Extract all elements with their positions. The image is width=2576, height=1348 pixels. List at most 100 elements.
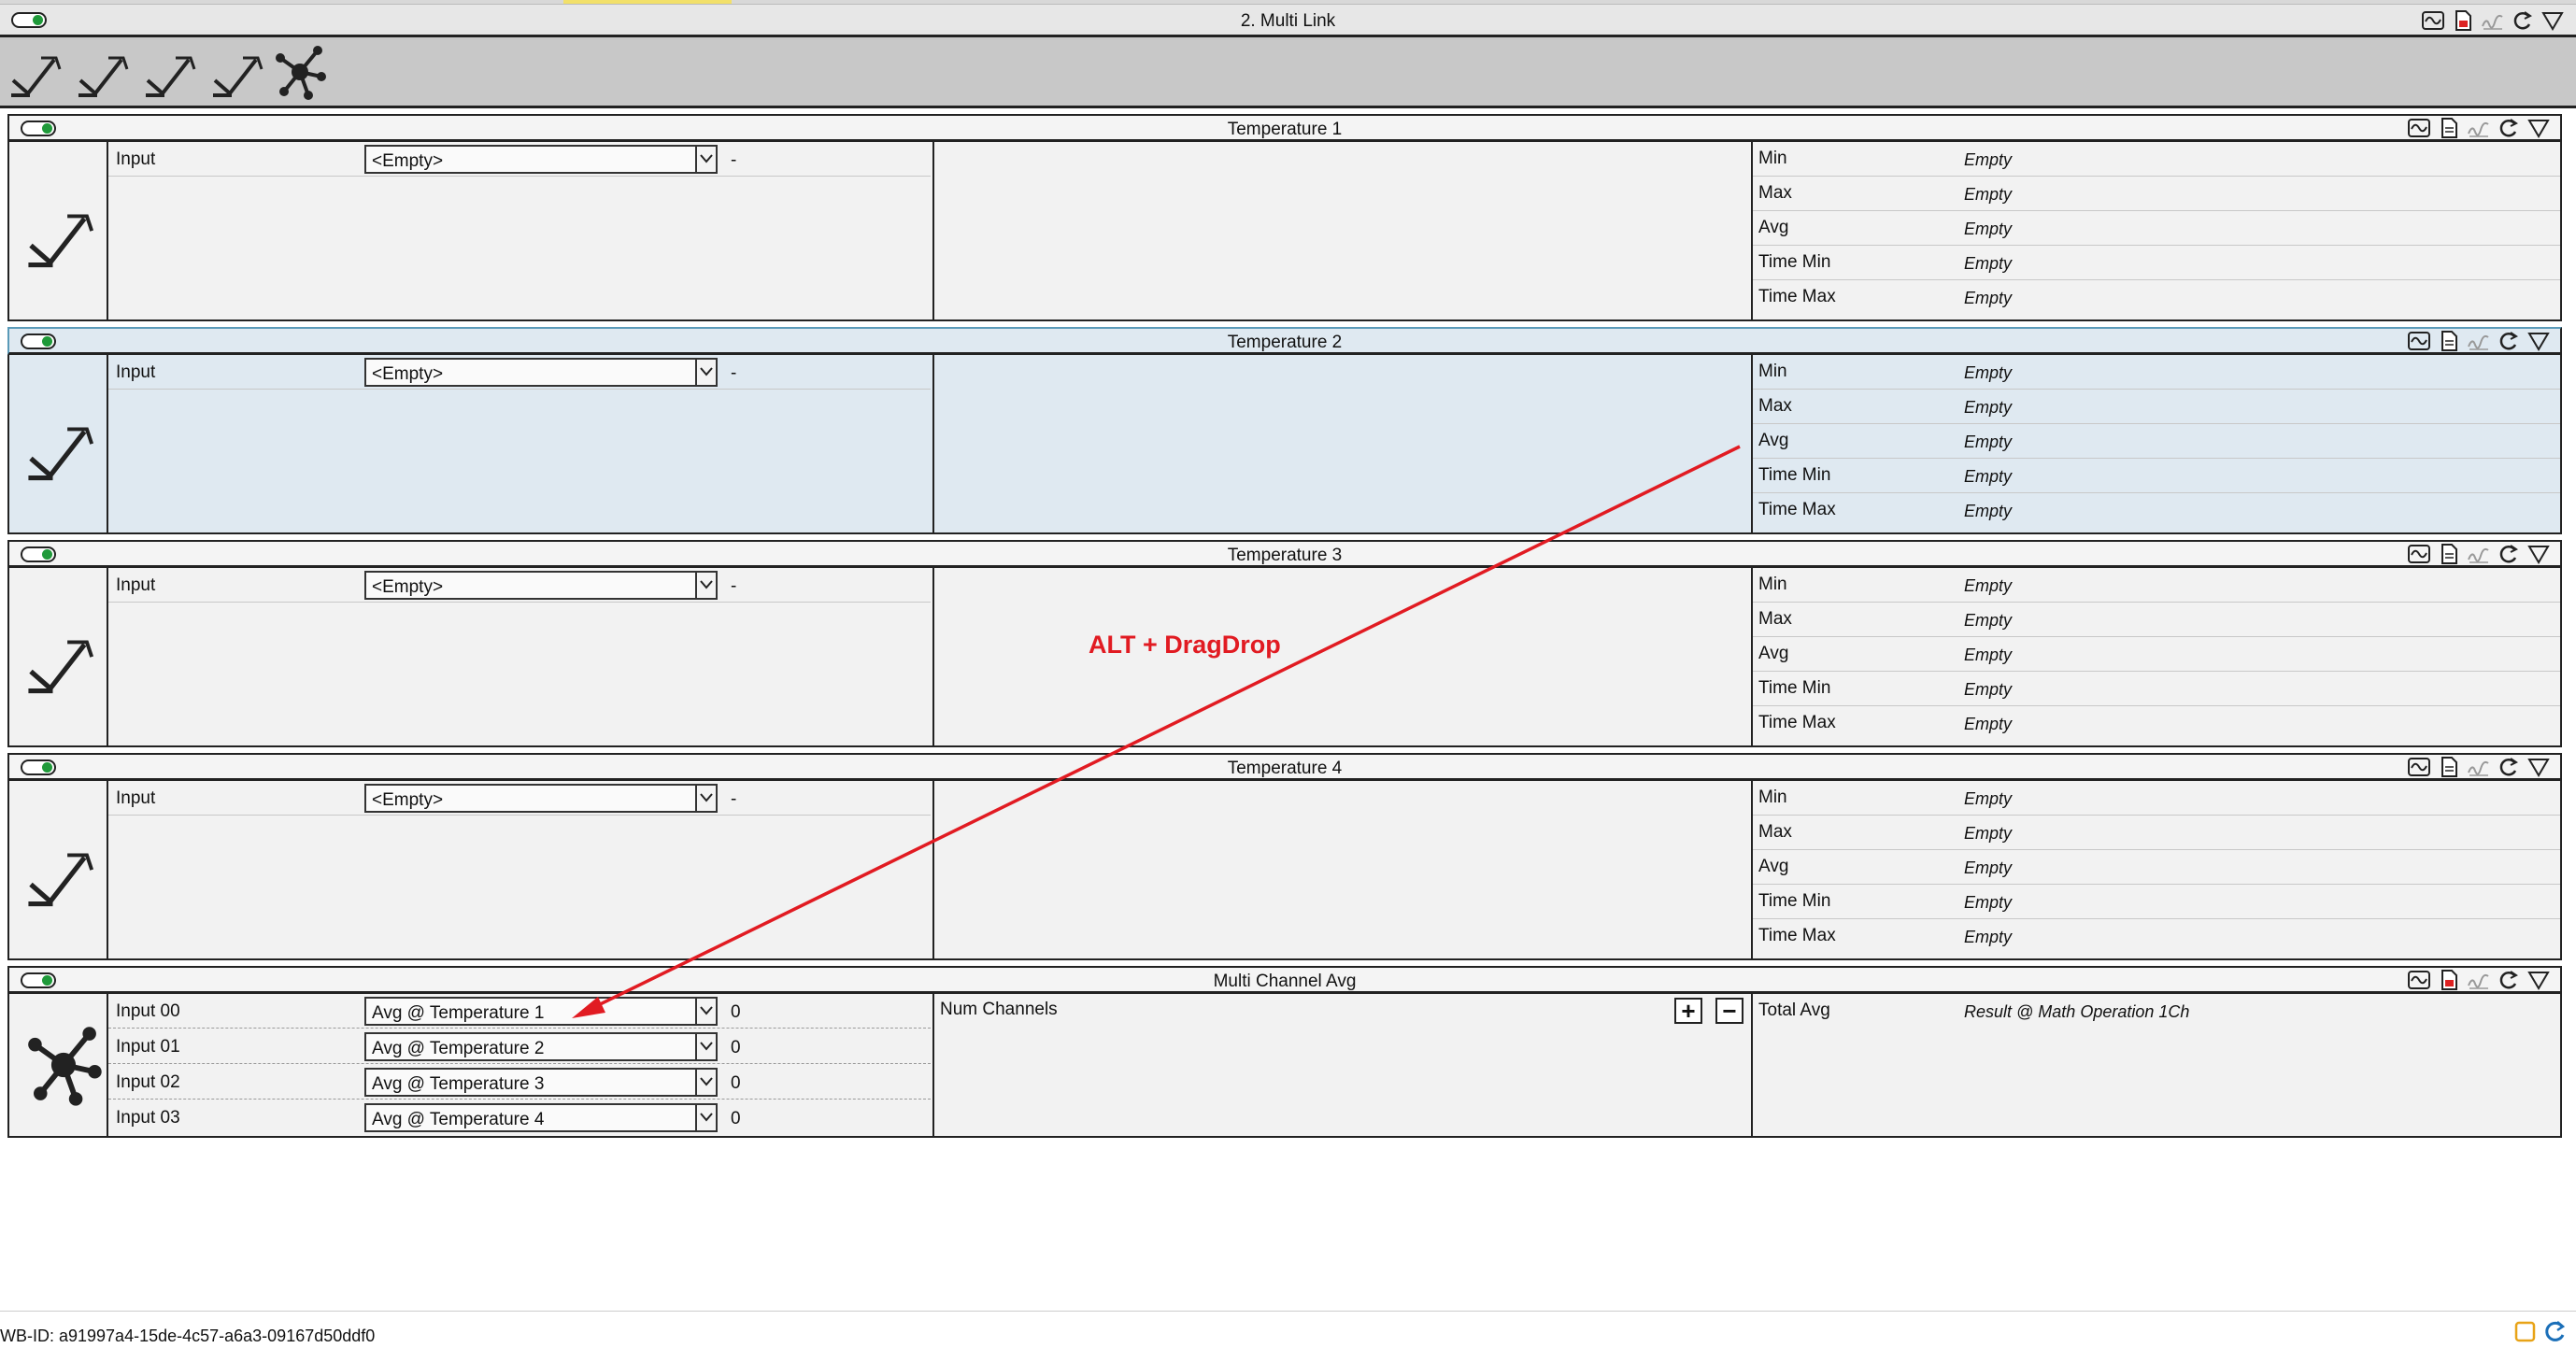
trend-arrow-icon[interactable] xyxy=(71,41,133,103)
input-select[interactable]: Avg @ Temperature 4 xyxy=(364,1103,718,1132)
square-icon[interactable] xyxy=(2513,1319,2538,1343)
molecule-icon[interactable] xyxy=(269,41,331,103)
stat-key: Min xyxy=(1758,362,1787,381)
document-icon[interactable] xyxy=(2437,756,2461,783)
signature-icon[interactable] xyxy=(2467,543,2491,570)
panel-header: Temperature 2 xyxy=(7,327,2562,355)
document-icon[interactable] xyxy=(2437,117,2461,144)
inputs-column: Input <Empty> - xyxy=(108,781,934,958)
refresh-icon[interactable] xyxy=(2497,543,2521,570)
add-channel-button[interactable]: + xyxy=(1674,998,1702,1024)
panel-icon-cell xyxy=(9,781,108,958)
input-select-value: Avg @ Temperature 3 xyxy=(372,1074,545,1094)
panel-temperature-3: Temperature 3 Input <Empty> - Min Empty … xyxy=(7,540,2562,747)
waveform-icon[interactable] xyxy=(2407,543,2431,570)
panel-icon-cell xyxy=(9,994,108,1136)
plus-icon: + xyxy=(1681,997,1696,1025)
trend-arrow-icon[interactable] xyxy=(138,41,200,103)
stats-column: Total Avg Result @ Math Operation 1Ch xyxy=(1753,994,2560,1136)
filter-icon[interactable] xyxy=(2526,969,2551,996)
filter-icon[interactable] xyxy=(2526,330,2551,357)
chevron-down-icon[interactable] xyxy=(695,1070,716,1095)
panel-title: Temperature 3 xyxy=(1227,546,1343,565)
stat-key: Max xyxy=(1758,183,1792,203)
trend-arrow-icon[interactable] xyxy=(206,41,267,103)
document-red-icon[interactable] xyxy=(2437,969,2461,996)
stat-key: Avg xyxy=(1758,431,1789,450)
waveform-icon[interactable] xyxy=(2421,9,2445,36)
filter-icon[interactable] xyxy=(2526,756,2551,783)
trend-arrow-icon[interactable] xyxy=(4,41,65,103)
input-select[interactable]: <Empty> xyxy=(364,784,718,813)
stat-value: Empty xyxy=(1964,928,2013,946)
signature-icon[interactable] xyxy=(2467,969,2491,996)
stat-row: Avg Empty xyxy=(1753,211,2560,246)
document-icon[interactable] xyxy=(2437,543,2461,570)
stat-row[interactable]: Avg Empty xyxy=(1753,424,2560,459)
stat-value: Empty xyxy=(1964,150,2013,169)
document-icon[interactable] xyxy=(2437,330,2461,357)
chevron-down-icon[interactable] xyxy=(695,360,716,385)
input-select[interactable]: Avg @ Temperature 3 xyxy=(364,1068,718,1097)
stat-key: Min xyxy=(1758,575,1787,594)
stat-row: Max Empty xyxy=(1753,603,2560,637)
stat-key: Avg xyxy=(1758,644,1789,663)
filter-icon[interactable] xyxy=(2526,117,2551,144)
stat-row: Time Max Empty xyxy=(1753,280,2560,315)
stat-key: Min xyxy=(1758,149,1787,168)
input-select[interactable]: Avg @ Temperature 2 xyxy=(364,1032,718,1061)
chevron-down-icon[interactable] xyxy=(695,1034,716,1059)
filter-icon[interactable] xyxy=(2540,9,2565,36)
status-bar: WB-ID: a91997a4-15de-4c57-a6a3-09167d50d… xyxy=(0,1311,2576,1348)
waveform-icon[interactable] xyxy=(2407,117,2431,144)
remove-channel-button[interactable]: − xyxy=(1715,998,1743,1024)
stat-value: Empty xyxy=(1964,363,2013,382)
chevron-down-icon[interactable] xyxy=(695,1105,716,1130)
filter-icon[interactable] xyxy=(2526,543,2551,570)
stat-value: Empty xyxy=(1964,502,2013,520)
refresh-icon[interactable] xyxy=(2497,330,2521,357)
chevron-down-icon[interactable] xyxy=(695,999,716,1024)
chevron-down-icon[interactable] xyxy=(695,786,716,811)
input-value: - xyxy=(731,789,737,809)
panel-body: Input <Empty> - Min Empty Max Empty Avg Emp… xyxy=(7,781,2562,960)
stat-value: Empty xyxy=(1964,715,2013,733)
waveform-icon[interactable] xyxy=(2407,969,2431,996)
stat-value: Empty xyxy=(1964,185,2013,204)
refresh-icon[interactable] xyxy=(2511,9,2535,36)
document-red-icon[interactable] xyxy=(2451,9,2475,36)
input-label: Input 01 xyxy=(116,1037,180,1057)
trend-arrow-icon xyxy=(28,853,94,907)
stat-key: Time Min xyxy=(1758,891,1831,911)
stat-row: Max Empty xyxy=(1753,390,2560,424)
stat-value: Empty xyxy=(1964,611,2013,630)
input-select[interactable]: <Empty> xyxy=(364,145,718,174)
input-select[interactable]: <Empty> xyxy=(364,358,718,387)
signature-icon[interactable] xyxy=(2481,9,2505,36)
waveform-icon[interactable] xyxy=(2407,330,2431,357)
panel-header-icons xyxy=(2407,117,2551,144)
refresh-icon[interactable] xyxy=(2497,969,2521,996)
sync-icon[interactable] xyxy=(2543,1319,2568,1343)
panel-body: Input <Empty> - Min Empty Max Empty Avg Emp… xyxy=(7,142,2562,321)
signature-icon[interactable] xyxy=(2467,756,2491,783)
stat-row: Time Min Empty xyxy=(1753,672,2560,706)
waveform-icon[interactable] xyxy=(2407,756,2431,783)
signature-icon[interactable] xyxy=(2467,117,2491,144)
stat-key: Time Max xyxy=(1758,926,1836,945)
refresh-icon[interactable] xyxy=(2497,117,2521,144)
input-select[interactable]: <Empty> xyxy=(364,571,718,600)
input-value: - xyxy=(731,363,737,383)
chevron-down-icon[interactable] xyxy=(695,147,716,172)
input-value: 0 xyxy=(731,1038,741,1057)
stat-row: Min Empty xyxy=(1753,142,2560,177)
input-select[interactable]: Avg @ Temperature 1 xyxy=(364,997,718,1026)
chevron-down-icon[interactable] xyxy=(695,573,716,598)
signature-icon[interactable] xyxy=(2467,330,2491,357)
refresh-icon[interactable] xyxy=(2497,756,2521,783)
panel-temperature-2: Temperature 2 Input <Empty> - Min Empty … xyxy=(7,327,2562,534)
molecule-icon xyxy=(28,1027,102,1106)
panel-header: Temperature 1 xyxy=(7,114,2562,142)
panel-body: Input <Empty> - Min Empty Max Empty Avg Emp… xyxy=(7,568,2562,747)
config-column xyxy=(934,568,1753,745)
